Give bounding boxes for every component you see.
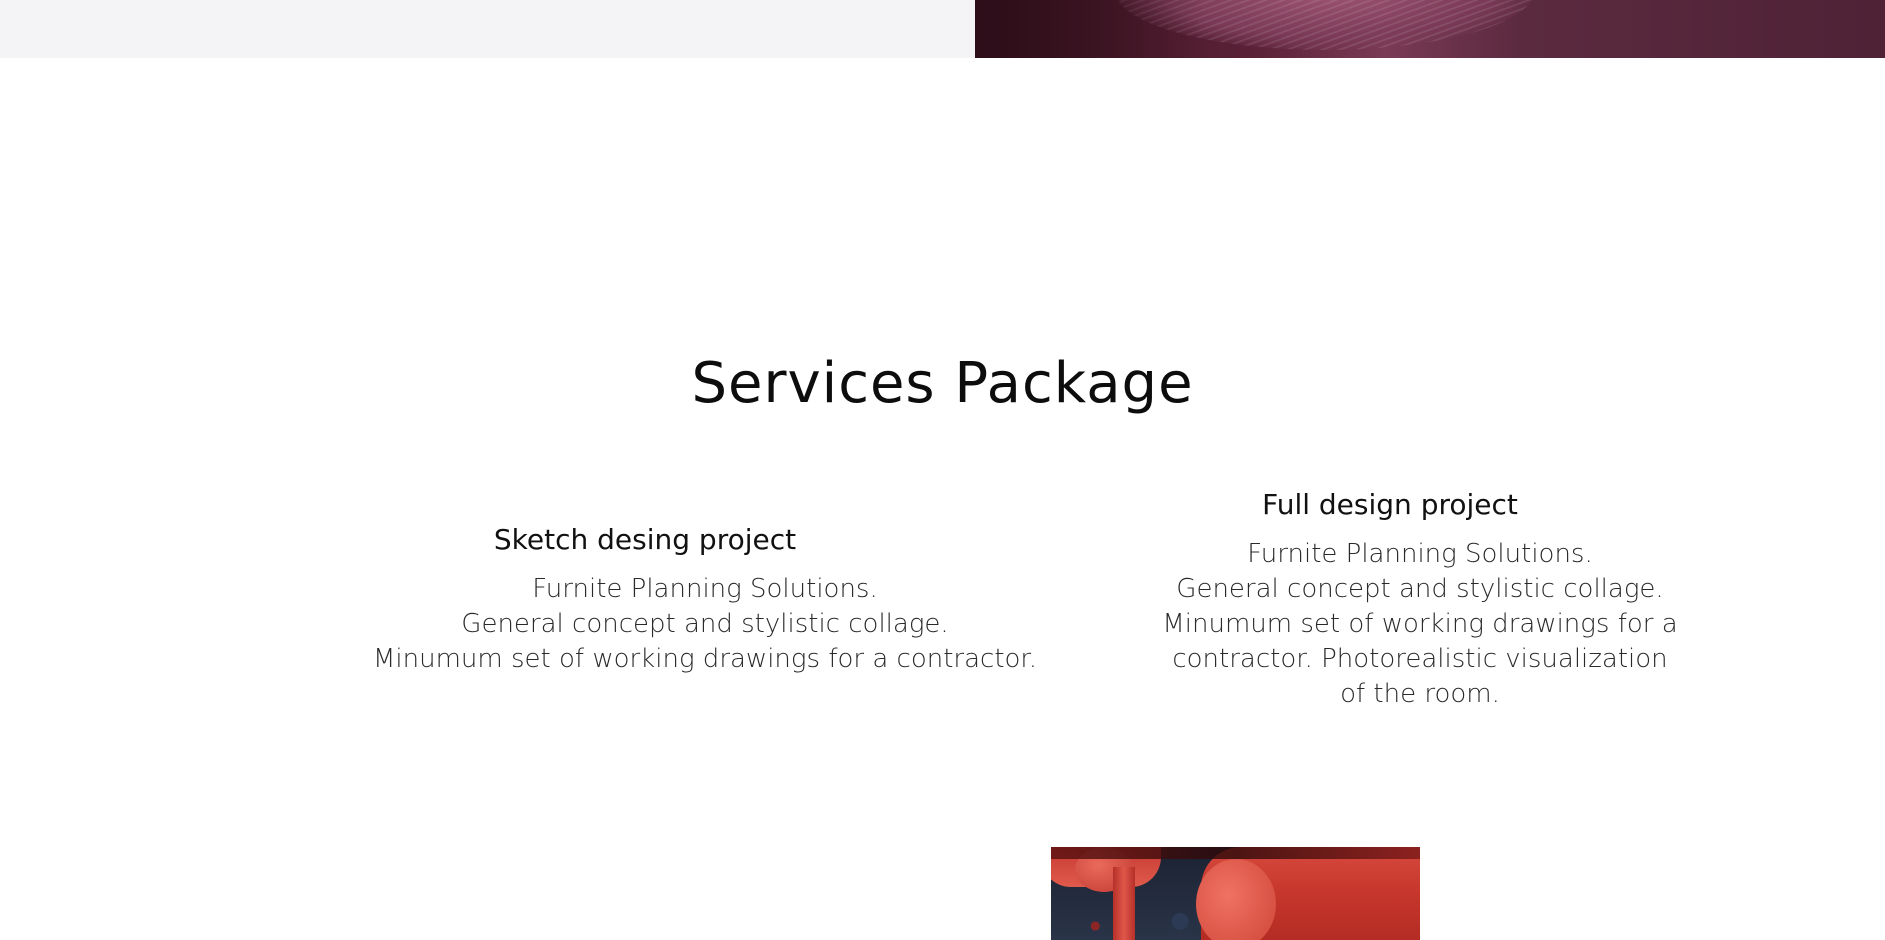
- service-description-line: General concept and stylistic collage.: [1176, 574, 1664, 604]
- red-stick: [1113, 867, 1135, 940]
- section-title: Services Package: [691, 351, 1194, 416]
- page: Services Package Sketch desing project F…: [0, 0, 1885, 940]
- service-description-line: Furnite Planning Solutions.: [1247, 539, 1593, 569]
- red-cylinder-right-cap: [1196, 859, 1276, 940]
- service-description-line: Minumum set of working drawings for a: [1162, 609, 1678, 639]
- image-top-shade: [1051, 847, 1420, 859]
- service-description-line: contractor. Photorealistic visualization: [1172, 644, 1668, 674]
- red-cylinders-image: [1051, 847, 1420, 940]
- service-title: Sketch desing project: [493, 523, 797, 556]
- service-description: Furnite Planning Solutions. General conc…: [330, 572, 1080, 677]
- top-left-panel: [0, 0, 975, 58]
- service-title: Full design project: [1262, 488, 1518, 521]
- service-description: Furnite Planning Solutions. General conc…: [1125, 537, 1715, 712]
- service-description-line: Minumum set of working drawings for a co…: [372, 644, 1037, 674]
- service-full-design: Full design project Furnite Planning Sol…: [1125, 485, 1715, 712]
- service-sketch-design: Sketch desing project Furnite Planning S…: [330, 520, 1080, 677]
- fabric-hero-image: [975, 0, 1885, 58]
- service-description-line: of the room.: [1340, 679, 1500, 709]
- service-description-line: Furnite Planning Solutions.: [532, 574, 878, 604]
- service-description-line: General concept and stylistic collage.: [461, 609, 949, 639]
